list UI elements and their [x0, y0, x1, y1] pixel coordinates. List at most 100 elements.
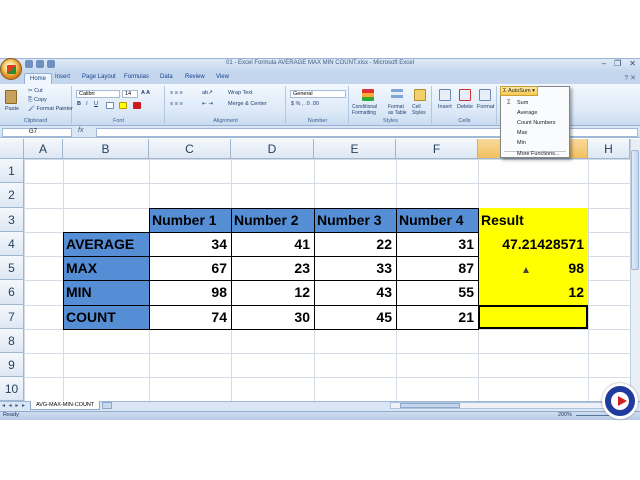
- data-cell[interactable]: 41: [231, 232, 314, 256]
- tab-view[interactable]: View: [216, 74, 229, 80]
- sheet-navigation-arrows[interactable]: ◂ ◂ ▸ ▸: [2, 402, 26, 409]
- office-button[interactable]: [0, 58, 22, 80]
- orientation-icon[interactable]: ab↗: [202, 90, 213, 96]
- autosum-button[interactable]: Σ AutoSum ▾: [500, 86, 538, 96]
- tab-insert[interactable]: Insert: [55, 74, 70, 80]
- table-header-cell[interactable]: Number 4: [396, 208, 478, 232]
- number-format-icons[interactable]: $ % , .0 .00: [291, 101, 319, 107]
- format-table-icon[interactable]: [391, 89, 403, 101]
- result-cell[interactable]: 98: [478, 256, 588, 280]
- data-cell[interactable]: 45: [314, 305, 396, 329]
- row-header-9[interactable]: 9: [0, 353, 24, 377]
- ribbon-close-icon[interactable]: ✕: [630, 75, 636, 82]
- row-header-5[interactable]: 5: [0, 256, 24, 280]
- data-cell[interactable]: 43: [314, 280, 396, 305]
- format-painter-button[interactable]: 🖌 Format Painter: [28, 106, 73, 112]
- column-header-c[interactable]: C: [149, 139, 231, 159]
- data-cell[interactable]: 67: [149, 256, 231, 280]
- indent-icon[interactable]: ⇤ ⇥: [202, 101, 213, 107]
- row-header-10[interactable]: 10: [0, 377, 24, 401]
- sheet-tab[interactable]: AVG-MAX-MIN-COUNT: [30, 401, 101, 410]
- horizontal-scroll-thumb[interactable]: [400, 403, 460, 408]
- format-icon[interactable]: [479, 89, 491, 101]
- wrap-text-button[interactable]: Wrap Text: [228, 90, 253, 96]
- row-header-6[interactable]: 6: [0, 280, 24, 305]
- result-cell[interactable]: 47.21428571: [478, 232, 588, 256]
- data-cell[interactable]: 34: [149, 232, 231, 256]
- row-label-cell[interactable]: MIN: [63, 280, 149, 305]
- menu-item-sum[interactable]: Σ Sum: [504, 99, 566, 108]
- borders-icon[interactable]: [106, 102, 114, 109]
- number-format-select[interactable]: General: [290, 90, 346, 98]
- column-header-h[interactable]: H: [588, 139, 630, 159]
- data-cell[interactable]: 87: [396, 256, 478, 280]
- insert-icon[interactable]: [439, 89, 451, 101]
- menu-item-count-numbers[interactable]: Count Numbers: [504, 119, 566, 128]
- insert-button[interactable]: Insert: [438, 104, 452, 110]
- name-box[interactable]: G7: [2, 128, 72, 137]
- menu-item-more-functions[interactable]: More Functions...: [504, 150, 566, 159]
- data-cell[interactable]: 55: [396, 280, 478, 305]
- table-header-cell[interactable]: Result: [478, 208, 588, 232]
- tab-page-layout[interactable]: Page Layout: [82, 74, 116, 80]
- merge-center-button[interactable]: Merge & Center: [228, 101, 267, 107]
- font-size-select[interactable]: 14: [122, 90, 138, 98]
- grow-font-icon[interactable]: A A: [141, 90, 150, 96]
- data-cell[interactable]: 98: [149, 280, 231, 305]
- menu-item-average[interactable]: Average: [504, 109, 566, 118]
- zoom-level[interactable]: 200%: [558, 411, 572, 420]
- row-header-1[interactable]: 1: [0, 159, 24, 183]
- row-header-3[interactable]: 3: [0, 208, 24, 232]
- fill-color-icon[interactable]: [119, 102, 127, 109]
- insert-sheet-icon[interactable]: [102, 402, 112, 409]
- column-header-b[interactable]: B: [63, 139, 149, 159]
- data-cell[interactable]: 21: [396, 305, 478, 329]
- data-cell[interactable]: 12: [231, 280, 314, 305]
- select-all-corner[interactable]: [0, 139, 24, 159]
- row-header-8[interactable]: 8: [0, 329, 24, 353]
- conditional-formatting-button[interactable]: Conditional Formatting: [352, 104, 386, 116]
- tab-data[interactable]: Data: [160, 74, 173, 80]
- help-icon[interactable]: ?: [624, 75, 628, 82]
- conditional-formatting-icon[interactable]: [362, 89, 374, 101]
- column-header-d[interactable]: D: [231, 139, 314, 159]
- format-button[interactable]: Format: [477, 104, 494, 110]
- fx-icon[interactable]: fx: [78, 127, 83, 134]
- font-name-select[interactable]: Calibri: [76, 90, 120, 98]
- menu-item-max[interactable]: Max: [504, 129, 566, 138]
- format-table-button[interactable]: Format as Table: [388, 104, 408, 116]
- align-left-icon[interactable]: ≡ ≡ ≡: [170, 101, 183, 107]
- data-cell[interactable]: 23: [231, 256, 314, 280]
- row-header-4[interactable]: 4: [0, 232, 24, 256]
- delete-button[interactable]: Delete: [457, 104, 473, 110]
- cell-styles-button[interactable]: Cell Styles: [412, 104, 430, 116]
- data-cell[interactable]: 74: [149, 305, 231, 329]
- paste-button[interactable]: Paste: [5, 106, 19, 112]
- row-label-cell[interactable]: COUNT: [63, 305, 149, 329]
- data-cell[interactable]: 31: [396, 232, 478, 256]
- font-color-icon[interactable]: [133, 102, 141, 109]
- restore-icon[interactable]: ❐: [614, 59, 621, 68]
- tab-review[interactable]: Review: [185, 74, 205, 80]
- italic-icon[interactable]: I: [86, 101, 88, 107]
- row-header-2[interactable]: 2: [0, 183, 24, 208]
- data-cell[interactable]: 22: [314, 232, 396, 256]
- cell-styles-icon[interactable]: [414, 89, 426, 101]
- cut-button[interactable]: ✂ Cut: [28, 88, 43, 94]
- paste-icon[interactable]: [5, 90, 17, 104]
- menu-item-min[interactable]: Min: [504, 139, 566, 148]
- column-header-e[interactable]: E: [314, 139, 396, 159]
- column-header-a[interactable]: A: [24, 139, 63, 159]
- align-top-icon[interactable]: ≡ ≡ ≡: [170, 90, 183, 96]
- column-header-f[interactable]: F: [396, 139, 478, 159]
- row-header-7[interactable]: 7: [0, 305, 24, 329]
- minimize-icon[interactable]: –: [602, 59, 606, 68]
- row-label-cell[interactable]: AVERAGE: [63, 232, 149, 256]
- table-header-cell[interactable]: Number 2: [231, 208, 314, 232]
- tab-home[interactable]: Home: [24, 73, 53, 84]
- result-cell[interactable]: 12: [478, 280, 588, 305]
- close-icon[interactable]: ✕: [629, 59, 636, 68]
- bold-icon[interactable]: B: [77, 101, 81, 107]
- spreadsheet-grid[interactable]: ABCDEFGH12345678910Number 1Number 2Numbe…: [0, 139, 630, 401]
- play-button-icon[interactable]: [602, 383, 638, 419]
